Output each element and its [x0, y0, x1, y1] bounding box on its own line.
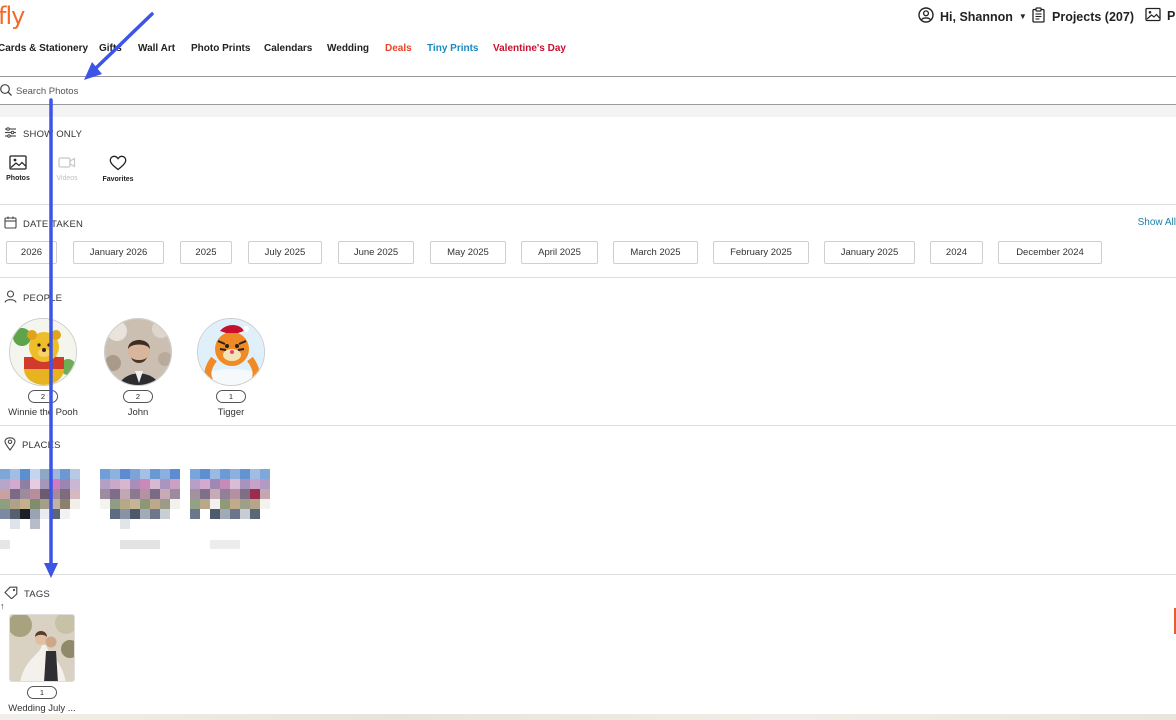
- filter-videos-label: Videos: [56, 175, 78, 182]
- photos-link[interactable]: Ph: [1145, 7, 1176, 25]
- tags-heading: TAGS: [4, 586, 50, 602]
- photos-label: Ph: [1167, 9, 1176, 23]
- nav-item-gifts[interactable]: Gifts: [99, 43, 122, 54]
- date-chip-january-2025[interactable]: January 2025: [824, 241, 915, 264]
- avatar: [9, 318, 77, 386]
- person-icon: [4, 290, 17, 306]
- date-chip-december-2024[interactable]: December 2024: [998, 241, 1102, 264]
- avatar: [104, 318, 172, 386]
- filter-photos-button[interactable]: Photos: [4, 155, 32, 182]
- date-chip-2026[interactable]: 2026: [6, 241, 57, 264]
- image-icon: [1145, 7, 1161, 25]
- place-caption-blur: [0, 540, 10, 549]
- account-greeting: Hi, Shannon: [940, 9, 1013, 24]
- date-chip-july-2025[interactable]: July 2025: [248, 241, 322, 264]
- photo-icon: [9, 155, 27, 172]
- filter-videos-button[interactable]: Videos: [53, 155, 81, 182]
- show-only-heading: SHOW ONLY: [4, 127, 82, 141]
- tags-title: TAGS: [24, 588, 50, 600]
- tags-section: TAGS: [0, 575, 1176, 714]
- scroll-up-arrow-icon[interactable]: ↑: [0, 601, 5, 611]
- person-name: John: [127, 407, 149, 418]
- people-heading: PEOPLE: [4, 290, 62, 306]
- photo-search-bar: [0, 76, 1176, 105]
- clipboard-icon: [1031, 7, 1046, 26]
- bottom-photo-strip: [0, 714, 1176, 720]
- places-heading: PLACES: [4, 437, 61, 454]
- show-only-section: SHOW ONLY Photos Videos Favorites: [0, 117, 1176, 205]
- place-caption-blur: [210, 540, 240, 549]
- person-card-john[interactable]: 2 John: [100, 318, 176, 418]
- place-map-mosaic: [0, 469, 80, 529]
- person-card-winnie[interactable]: 2 Winnie the Pooh: [5, 318, 81, 418]
- tag-icon: [4, 586, 18, 602]
- chevron-down-icon: ▼: [1018, 12, 1027, 21]
- nav-item-wedding[interactable]: Wedding: [327, 43, 369, 54]
- nav-item-cards[interactable]: Cards & Stationery: [0, 43, 88, 54]
- place-caption-blur: [120, 540, 160, 549]
- avatar: [197, 318, 265, 386]
- date-chip-may-2025[interactable]: May 2025: [430, 241, 506, 264]
- people-title: PEOPLE: [23, 292, 63, 304]
- projects-label: Projects (207): [1052, 9, 1134, 24]
- brand-logo[interactable]: fly: [0, 2, 25, 30]
- date-chip-march-2025[interactable]: March 2025: [613, 241, 698, 264]
- location-pin-icon: [4, 437, 16, 454]
- date-chip-2025[interactable]: 2025: [180, 241, 232, 264]
- date-taken-title: DATE TAKEN: [23, 218, 84, 230]
- video-icon: [58, 157, 76, 172]
- account-icon: [918, 7, 934, 26]
- person-name: Tigger: [217, 407, 245, 418]
- nav-item-calendars[interactable]: Calendars: [264, 43, 312, 54]
- tag-thumbnail: [9, 614, 75, 682]
- nav-item-tiny-prints[interactable]: Tiny Prints: [427, 43, 479, 54]
- person-card-tigger[interactable]: 1 Tigger: [193, 318, 269, 418]
- date-taken-heading: DATE TAKEN: [4, 216, 83, 232]
- nav-item-valentines-day[interactable]: Valentine's Day: [493, 43, 566, 54]
- place-thumbnail[interactable]: [0, 469, 80, 529]
- date-chip-january-2026[interactable]: January 2026: [73, 241, 164, 264]
- person-photo-count: 2: [123, 390, 153, 403]
- nav-item-photo-prints[interactable]: Photo Prints: [191, 43, 250, 54]
- search-input[interactable]: [16, 83, 616, 99]
- filter-favorites-label: Favorites: [102, 176, 134, 183]
- show-only-title: SHOW ONLY: [23, 128, 83, 140]
- search-separator: [0, 105, 1176, 117]
- show-all-dates-link[interactable]: Show All: [1138, 217, 1176, 228]
- nav-item-wall-art[interactable]: Wall Art: [138, 43, 175, 54]
- tag-name: Wedding July ...: [8, 703, 76, 714]
- filter-sliders-icon: [4, 127, 17, 141]
- people-section: PEOPLE: [0, 278, 1176, 426]
- category-nav: Cards & Stationery Gifts Wall Art Photo …: [0, 43, 1176, 57]
- nav-item-deals[interactable]: Deals: [385, 43, 412, 54]
- person-name: Winnie the Pooh: [8, 407, 78, 418]
- date-chip-april-2025[interactable]: April 2025: [521, 241, 598, 264]
- place-thumbnail[interactable]: [190, 469, 270, 529]
- place-map-mosaic: [100, 469, 180, 529]
- place-map-mosaic: [190, 469, 270, 529]
- search-icon: [0, 83, 13, 102]
- tag-card-wedding[interactable]: 1 Wedding July ...: [4, 614, 80, 714]
- calendar-icon: [4, 216, 17, 232]
- heart-icon: [109, 155, 127, 173]
- date-chip-june-2025[interactable]: June 2025: [338, 241, 414, 264]
- tag-photo-count: 1: [27, 686, 57, 699]
- person-photo-count: 2: [28, 390, 58, 403]
- person-photo-count: 1: [216, 390, 246, 403]
- projects-link[interactable]: Projects (207): [1031, 7, 1134, 26]
- date-chip-2024[interactable]: 2024: [930, 241, 983, 264]
- account-menu[interactable]: Hi, Shannon ▼: [918, 7, 1027, 26]
- top-bar: fly Hi, Shannon ▼ Projects (207) Ph: [0, 0, 1176, 34]
- filter-favorites-button[interactable]: Favorites: [100, 155, 136, 183]
- places-title: PLACES: [22, 440, 61, 451]
- date-chip-february-2025[interactable]: February 2025: [713, 241, 809, 264]
- place-thumbnail[interactable]: [100, 469, 180, 529]
- filter-photos-label: Photos: [6, 175, 30, 182]
